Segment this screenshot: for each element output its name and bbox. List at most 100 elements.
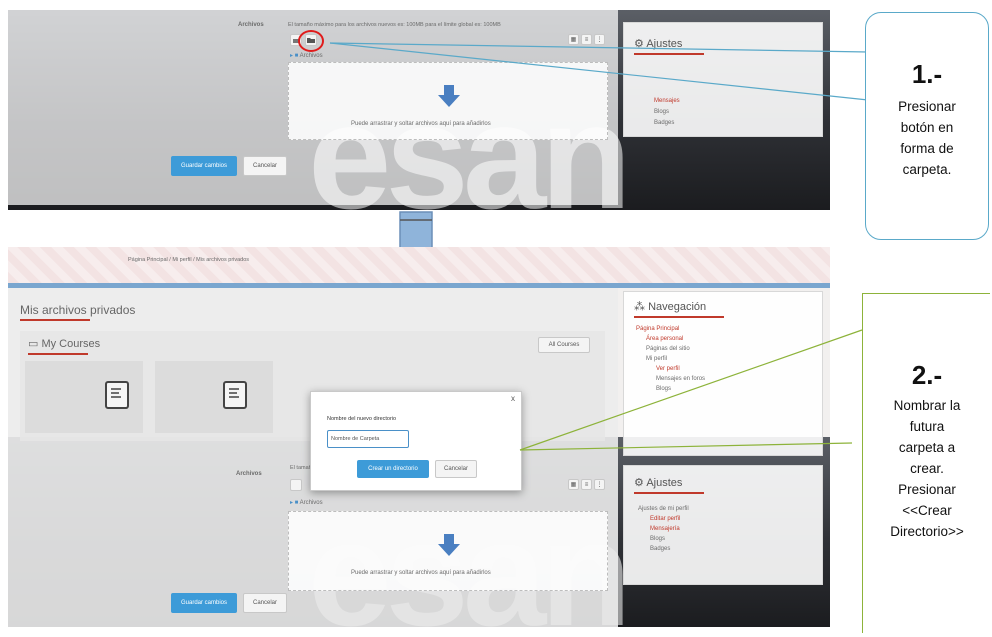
tutorial-composite: esan Archivos El tamaño máximo para los …	[0, 0, 992, 637]
folder-tree-label: Archivos	[299, 500, 323, 506]
callout-text-line: <<Crear	[902, 503, 952, 518]
course-card[interactable]	[25, 361, 143, 433]
sitemap-icon: ⁂	[634, 301, 649, 313]
settings-item[interactable]: Ajustes de mi perfil	[638, 506, 689, 512]
navigation-title-row: ⁂ Navegación	[634, 300, 706, 313]
callout-2-content: 2.- Nombrar la futura carpeta a crear. P…	[863, 360, 991, 542]
courses-title-row: ▭ My Courses	[28, 337, 100, 350]
callout-text-line: Presionar	[898, 482, 956, 497]
course-card[interactable]	[155, 361, 273, 433]
folder-tree-root[interactable]: ▸ ■ Archivos	[290, 52, 323, 59]
view-icons-button[interactable]: ▦	[568, 34, 579, 45]
navigation-item[interactable]: Mi perfil	[646, 356, 667, 362]
courses-title-underline	[28, 353, 88, 355]
drop-zone[interactable]: Puede arrastrar y soltar archivos aquí p…	[288, 511, 608, 591]
callout-step-number: 1.-	[911, 59, 943, 89]
folder-tree-label: Archivos	[299, 53, 323, 59]
callout-text-line: carpeta.	[902, 162, 952, 177]
download-arrow-icon	[438, 85, 460, 107]
new-directory-dialog: x Nombre del nuevo directorio Crear un d…	[310, 391, 522, 491]
top-screenshot: esan Archivos El tamaño máximo para los …	[8, 10, 830, 210]
settings-item[interactable]: Editar perfil	[650, 516, 680, 522]
gears-icon: ⚙	[634, 38, 647, 50]
callout-step-text: Presionar botón en forma de carpeta.	[898, 96, 956, 180]
create-directory-button[interactable]: Crear un directorio	[357, 460, 429, 478]
folder-small-icon: ▸ ■	[290, 500, 300, 506]
callout-text-line: carpeta a	[898, 440, 956, 455]
settings-item[interactable]: Mensajes	[654, 98, 680, 104]
view-list-button[interactable]: ≡	[581, 479, 592, 490]
callout-text-line: Directorio>>	[890, 524, 964, 539]
settings-block: ⚙ Ajustes Ajustes de mi perfil Editar pe…	[623, 465, 823, 585]
grid-icon: ▦	[570, 482, 577, 488]
all-courses-button[interactable]: All Courses	[538, 337, 590, 353]
tree-icon: ⋮	[596, 482, 603, 488]
callout-text-line: futura	[909, 419, 945, 434]
settings-item[interactable]: Mensajería	[650, 526, 680, 532]
navigation-item[interactable]: Mensajes en foros	[656, 376, 705, 382]
grid-icon: ▦	[570, 37, 577, 43]
view-icons-button[interactable]: ▦	[568, 479, 579, 490]
add-file-button[interactable]	[290, 479, 302, 491]
dialog-cancel-button[interactable]: Cancelar	[435, 460, 477, 478]
dialog-label: Nombre del nuevo directorio	[327, 416, 397, 422]
settings-item[interactable]: Badges	[654, 120, 674, 126]
settings-block: ⚙ Ajustes Mensajes Blogs Badges	[623, 22, 823, 137]
settings-title: Ajustes	[646, 38, 683, 50]
navigation-title-underline	[634, 316, 724, 318]
course-document-icon	[105, 381, 129, 409]
view-tree-button[interactable]: ⋮	[594, 34, 605, 45]
drop-zone-text: Puede arrastrar y soltar archivos aquí p…	[351, 570, 491, 576]
settings-title-row: ⚙ Ajustes	[634, 476, 682, 489]
callout-text-line: Presionar	[898, 99, 956, 114]
header-pattern	[8, 247, 830, 283]
list-icon: ≡	[584, 481, 589, 488]
directory-name-input[interactable]	[327, 430, 409, 448]
page-title: Mis archivos privados	[20, 303, 136, 317]
drop-zone[interactable]: Puede arrastrar y soltar archivos aquí p…	[288, 62, 608, 140]
file-field-label: Archivos	[238, 22, 264, 28]
settings-item[interactable]: Badges	[650, 546, 670, 552]
monitor-icon: ▭	[28, 338, 42, 350]
tree-icon: ⋮	[596, 37, 603, 43]
courses-title: My Courses	[41, 338, 101, 350]
navigation-title: Navegación	[648, 301, 707, 313]
breadcrumb: Página Principal / Mi perfil / Mis archi…	[128, 257, 250, 263]
list-icon: ≡	[584, 36, 589, 43]
course-document-icon	[223, 381, 247, 409]
navigation-item[interactable]: Área personal	[646, 336, 683, 342]
settings-item[interactable]: Blogs	[650, 536, 665, 542]
callout-text-line: botón en	[900, 120, 954, 135]
dialog-close-button[interactable]: x	[511, 394, 515, 403]
folder-small-icon: ▸ ■	[290, 53, 300, 59]
callout-text-line: forma de	[900, 141, 954, 156]
bottom-screenshot: Página Principal / Mi perfil / Mis archi…	[8, 247, 830, 627]
navigation-item[interactable]: Ver perfil	[656, 366, 680, 372]
gears-icon: ⚙	[634, 477, 647, 489]
settings-item[interactable]: Blogs	[654, 109, 669, 115]
callout-step-2: 2.- Nombrar la futura carpeta a crear. P…	[862, 293, 990, 633]
settings-title-underline	[634, 492, 704, 494]
navigation-item[interactable]: Blogs	[656, 386, 671, 392]
callout-step-1: 1.- Presionar botón en forma de carpeta.	[865, 12, 989, 240]
navigation-block: ⁂ Navegación Página Principal Área perso…	[623, 291, 823, 456]
callout-text-line: Nombrar la	[893, 398, 961, 413]
cancel-button[interactable]: Cancelar	[243, 593, 287, 613]
download-arrow-icon	[438, 534, 460, 556]
folder-tree-root[interactable]: ▸ ■ Archivos	[290, 499, 323, 506]
navigation-item[interactable]: Páginas del sitio	[646, 346, 690, 352]
folder-button-highlight	[298, 30, 324, 52]
view-list-button[interactable]: ≡	[581, 34, 592, 45]
view-tree-button[interactable]: ⋮	[594, 479, 605, 490]
save-changes-button[interactable]: Guardar cambios	[171, 156, 237, 176]
callout-step-number: 2.-	[911, 360, 943, 390]
drop-zone-text: Puede arrastrar y soltar archivos aquí p…	[351, 121, 491, 127]
navigation-item[interactable]: Página Principal	[636, 326, 679, 332]
save-changes-button[interactable]: Guardar cambios	[171, 593, 237, 613]
settings-title-row: ⚙ Ajustes	[634, 37, 682, 50]
settings-title-underline	[634, 53, 704, 55]
settings-title: Ajustes	[646, 477, 683, 489]
file-size-limit-text: El tamaño máximo para los archivos nuevo…	[288, 22, 501, 28]
cancel-button[interactable]: Cancelar	[243, 156, 287, 176]
page-title-underline	[20, 319, 90, 321]
